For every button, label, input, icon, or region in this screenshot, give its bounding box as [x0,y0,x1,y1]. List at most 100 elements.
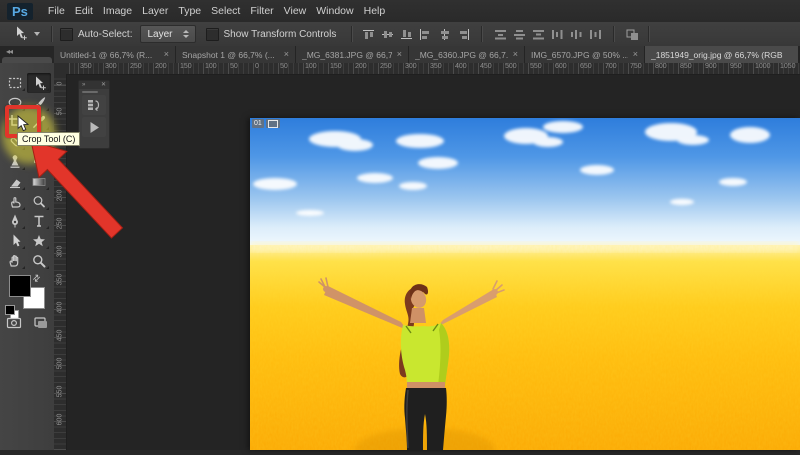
ruler-label: 800 [655,63,667,70]
menu-item-select[interactable]: Select [206,0,245,22]
tab-title: Untitled-1 @ 66,7% (R... [60,49,153,60]
ruler-label: 1050 [780,63,796,70]
image-badge-icon [265,119,280,128]
custom-shape-tool[interactable] [27,231,51,251]
auto-select-target-dropdown[interactable]: Layer [140,25,196,43]
ruler-label: 750 [630,63,642,70]
close-tab-icon[interactable]: × [633,50,638,59]
align-bottom-edges[interactable] [398,27,415,42]
distribute-vertical-centers[interactable] [511,27,528,42]
document-tab[interactable]: Untitled-1 @ 66,7% (R... × [54,46,176,63]
distribute-right-edges[interactable] [587,27,604,42]
quick-mask-mode-button[interactable] [6,315,22,336]
ruler-label: 150 [180,63,192,70]
menu-item-type[interactable]: Type [173,0,206,22]
menu-item-edit[interactable]: Edit [70,0,98,22]
document-tab[interactable]: IMG_6570.JPG @ 50% ... × [525,46,645,63]
menu-item-file[interactable]: File [43,0,70,22]
spot-healing-brush-tool[interactable] [3,132,27,152]
ruler-label: 0 [255,63,259,70]
menu-item-window[interactable]: Window [311,0,358,22]
distribute-left-edges[interactable] [549,27,566,42]
document-tab[interactable]: _MG_6381.JPG @ 66,7... × [296,46,409,63]
document-tab[interactable]: _MG_6360.JPG @ 66,7... × [409,46,525,63]
separator [648,26,651,42]
clone-stamp-tool[interactable] [3,152,27,172]
distribute-bottom-edges[interactable] [530,27,547,42]
tools-grid [3,73,51,271]
ruler-label: 50 [230,63,238,70]
zoom-tool[interactable] [27,251,51,271]
dodge-tool[interactable] [27,192,51,212]
path-selection-tool[interactable] [3,231,27,251]
eyedropper-tool[interactable] [27,113,51,133]
separator [613,26,616,42]
actions-panel-icon[interactable] [82,117,106,137]
document-tab[interactable]: Snapshot 1 @ 66,7% (... × [176,46,296,63]
art-history-brush-tool[interactable] [27,152,51,172]
document-tab[interactable]: _1851949_orig.jpg @ 66,7% (RGB [645,46,799,63]
gradient-tool[interactable] [27,172,51,192]
align-buttons-group [360,26,641,42]
move-tool[interactable] [27,73,51,93]
tab-title: _MG_6360.JPG @ 66,7... [415,49,508,60]
updown-arrows-icon [182,30,189,38]
ruler-label: 200 [56,189,64,202]
smudge-tool[interactable] [3,192,27,212]
swap-colors-icon[interactable]: ⇄ [30,272,43,285]
close-tab-icon[interactable]: × [164,50,169,59]
ruler-label: 150 [56,161,64,174]
rectangular-marquee-tool[interactable] [3,73,27,93]
collapse-panel-icon[interactable]: ◂◂ [6,47,13,56]
ruler-label: 100 [56,133,64,146]
history-brush-tool[interactable] [27,132,51,152]
brush-tool[interactable] [27,93,51,113]
close-tab-icon[interactable]: × [397,50,402,59]
menu-item-filter[interactable]: Filter [245,0,278,22]
ruler-label: 300 [56,245,64,258]
auto-select-checkbox[interactable] [60,27,73,41]
menu-item-layer[interactable]: Layer [137,0,173,22]
pen-tool[interactable] [3,212,27,232]
ruler-label: 1000 [755,63,771,70]
close-panel-icon[interactable]: ✕ [101,82,106,88]
hand-tool[interactable] [3,251,27,271]
options-bar: Auto-Select: Layer Show Transform Contro… [0,22,800,47]
ruler-label: 100 [305,63,317,70]
align-vertical-centers[interactable] [379,27,396,42]
default-colors-icon[interactable] [5,305,15,315]
align-top-edges[interactable] [360,27,377,42]
crop-tool[interactable] [3,113,27,133]
align-horizontal-centers[interactable] [436,27,453,42]
distribute-horizontal-centers[interactable] [568,27,585,42]
foreground-color-swatch[interactable] [9,275,31,297]
auto-align-layers[interactable] [624,27,641,42]
menu-item-image[interactable]: Image [98,0,137,22]
screen-mode-button[interactable] [33,315,49,336]
close-tab-icon[interactable]: × [513,50,518,59]
distribute-top-edges[interactable] [492,27,509,42]
type-tool[interactable] [27,212,51,232]
current-tool-button[interactable] [0,25,44,44]
tools-panel-grip[interactable] [2,57,52,63]
tab-title: _MG_6381.JPG @ 66,7... [302,49,392,60]
ruler-label: 550 [530,63,542,70]
document-canvas[interactable]: 01 [250,118,800,455]
ruler-label: 650 [580,63,592,70]
close-tab-icon[interactable]: × [284,50,289,59]
ruler-label: 500 [505,63,517,70]
vertical-ruler: 0 50 100 150 200 250 300 350 400 450 500 550 600 [54,74,67,450]
ruler-label: 250 [380,63,392,70]
menu-item-view[interactable]: View [279,0,312,22]
ruler-label: 200 [155,63,167,70]
ruler-label: 100 [205,63,217,70]
show-transform-checkbox[interactable] [205,27,219,41]
auto-select-label: Auto-Select: [78,28,133,40]
align-left-edges[interactable] [417,27,434,42]
eraser-tool[interactable] [3,172,27,192]
menu-item-help[interactable]: Help [359,0,391,22]
history-panel-icon[interactable] [82,95,106,115]
expand-panel-icon[interactable]: » [82,82,85,88]
lasso-tool[interactable] [3,93,27,113]
align-right-edges[interactable] [455,27,472,42]
